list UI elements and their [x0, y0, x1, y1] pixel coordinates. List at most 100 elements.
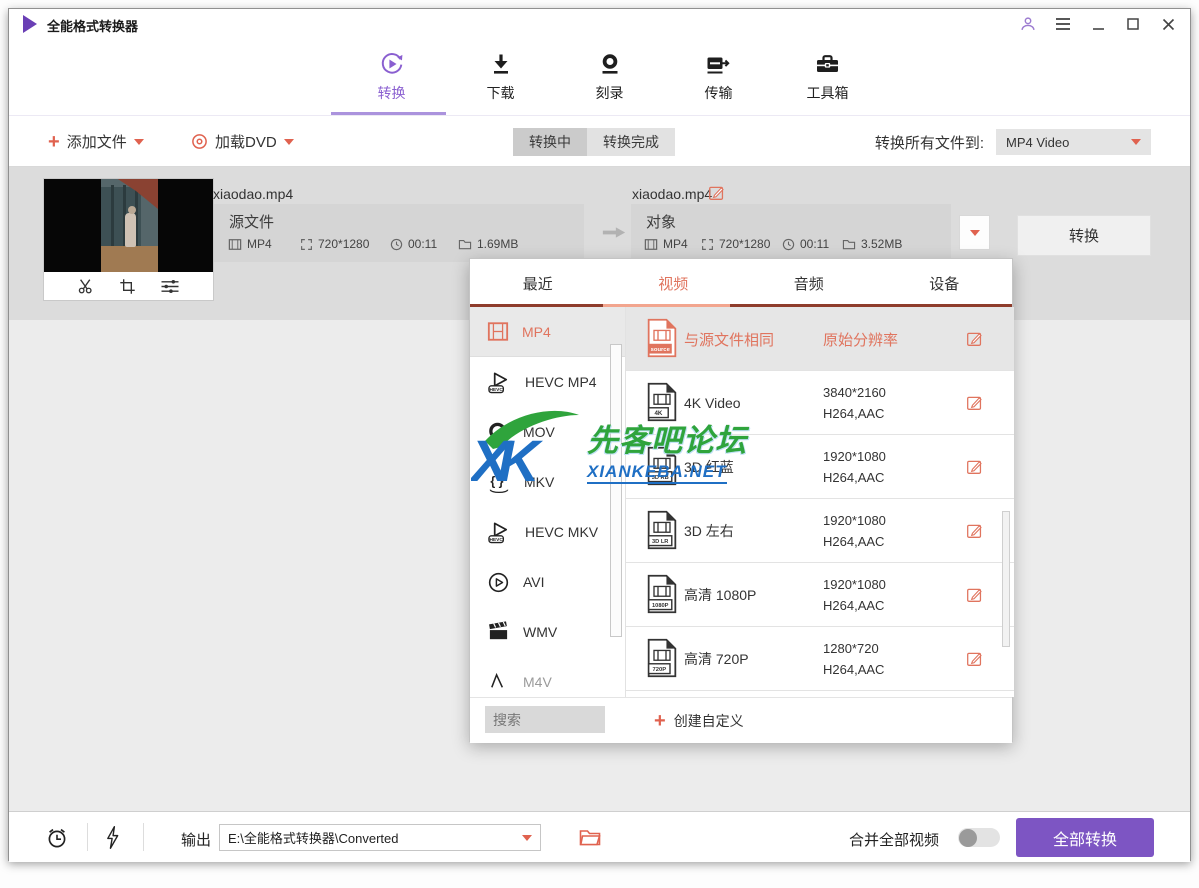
format-list-scrollbar[interactable]: [610, 344, 622, 637]
video-thumbnail-card[interactable]: [43, 178, 214, 301]
add-file-caret-icon[interactable]: [133, 138, 144, 145]
merge-all-label: 合并全部视频: [849, 832, 940, 849]
rename-edit-icon[interactable]: [708, 184, 725, 201]
dropdown-caret-icon: [969, 229, 980, 236]
svg-text:1080P: 1080P: [652, 603, 669, 609]
format-item-wmv[interactable]: WMV: [470, 607, 625, 657]
tab-convert[interactable]: 转换: [337, 47, 446, 103]
preset-row-same-as-source[interactable]: source 与源文件相同 原始分辨率: [626, 307, 1014, 371]
window-controls: [1018, 13, 1178, 35]
preset-row-3d-redblue[interactable]: 3D RB 3D 红蓝 1920*1080 H264,AAC: [626, 435, 1014, 499]
trim-scissors-icon[interactable]: [77, 277, 95, 295]
preset-title: 3D 左右: [684, 523, 734, 539]
minimize-button[interactable]: [1088, 14, 1108, 34]
popup-tab-video[interactable]: 视频: [606, 259, 742, 307]
output-path-caret-icon: [522, 835, 532, 841]
preset-row-hd720p[interactable]: 720P 高清 720P 1280*720 H264,AAC: [626, 627, 1014, 691]
edit-preset-icon[interactable]: [966, 330, 983, 347]
svg-text:720P: 720P: [652, 667, 666, 673]
high-speed-icon[interactable]: [105, 825, 120, 850]
convert-button[interactable]: 转换: [1017, 215, 1151, 256]
preset-title: 高清 720P: [684, 651, 749, 667]
merge-all-toggle[interactable]: [958, 828, 1000, 847]
edit-preset-icon[interactable]: [966, 650, 983, 667]
active-tab-underline: [331, 112, 446, 115]
output-path-select[interactable]: [219, 824, 541, 851]
preset-list-scrollbar[interactable]: [1002, 511, 1010, 647]
output-path-value[interactable]: [220, 825, 540, 850]
4k-file-icon: 4K: [646, 382, 678, 422]
close-button[interactable]: [1158, 14, 1178, 34]
format-item-mkv[interactable]: { } MKV: [470, 457, 625, 507]
main-area: xiaodao.mp4 源文件 MP4 720*1280 00:11 1.69M…: [9, 167, 1190, 811]
maximize-button[interactable]: [1123, 14, 1143, 34]
film-icon: [644, 238, 658, 251]
edit-preset-icon[interactable]: [966, 394, 983, 411]
3d-lr-file-icon: 3D LR: [646, 510, 678, 550]
search-input[interactable]: [485, 706, 605, 733]
create-custom-button[interactable]: + 创建自定义: [654, 698, 744, 744]
add-file-button[interactable]: + 添加文件: [48, 116, 144, 167]
source-format: MP4: [228, 237, 272, 251]
tab-burn-label: 刻录: [595, 85, 624, 101]
hevc-play-icon: HEVC: [487, 371, 512, 394]
format-item-avi[interactable]: AVI: [470, 557, 625, 607]
menu-icon[interactable]: [1053, 14, 1073, 34]
source-to-target-arrow-icon: [601, 225, 627, 240]
edit-preset-icon[interactable]: [966, 586, 983, 603]
preset-details: 3840*2160 H264,AAC: [823, 385, 886, 421]
source-info-panel: 源文件 MP4 720*1280 00:11 1.69MB: [214, 204, 584, 262]
3d-rb-file-icon: 3D RB: [646, 446, 678, 486]
load-dvd-button[interactable]: 加载DVD: [191, 116, 294, 167]
tab-finished[interactable]: 转换完成: [587, 128, 675, 156]
convert-all-button[interactable]: 全部转换: [1016, 818, 1154, 857]
target-format-dropdown-button[interactable]: [959, 215, 990, 250]
effects-sliders-icon[interactable]: [160, 278, 180, 295]
crop-icon[interactable]: [119, 278, 136, 295]
popup-tab-device[interactable]: 设备: [877, 259, 1013, 307]
tab-transfer[interactable]: 传输: [664, 47, 773, 103]
preset-title: 与源文件相同: [684, 331, 775, 349]
720p-file-icon: 720P: [646, 638, 678, 678]
nav-strip: 转换 下载 刻录 传输 工具箱: [337, 47, 882, 103]
preset-row-3d-leftright[interactable]: 3D LR 3D 左右 1920*1080 H264,AAC: [626, 499, 1014, 563]
preset-row-4k[interactable]: 4K 4K Video 3840*2160 H264,AAC: [626, 371, 1014, 435]
quicktime-icon: [487, 421, 510, 444]
load-dvd-label: 加载DVD: [215, 134, 277, 151]
edit-preset-icon[interactable]: [966, 522, 983, 539]
source-file-icon: source: [646, 318, 678, 358]
tab-burn[interactable]: 刻录: [555, 47, 664, 103]
format-item-mp4[interactable]: MP4: [470, 307, 625, 357]
format-item-m4v[interactable]: M4V: [470, 657, 625, 697]
preset-details: 1920*1080 H264,AAC: [823, 513, 886, 549]
main-nav: 转换 下载 刻录 传输 工具箱: [9, 39, 1190, 116]
account-icon[interactable]: [1018, 14, 1038, 34]
global-format-select[interactable]: MP4 Video: [996, 129, 1151, 155]
clock-icon: [390, 238, 403, 251]
load-dvd-caret-icon[interactable]: [283, 138, 294, 145]
tab-converting[interactable]: 转换中: [513, 128, 587, 156]
clapperboard-icon: [487, 621, 510, 643]
app-window: 全能格式转换器 转换 下载 刻录 传输 工具箱 + 添加文件 加载DVD 转换中…: [8, 8, 1191, 862]
transfer-icon: [705, 51, 732, 77]
preset-row-hd1080p[interactable]: 1080P 高清 1080P 1920*1080 H264,AAC: [626, 563, 1014, 627]
tab-toolbox[interactable]: 工具箱: [773, 47, 882, 103]
format-item-mov[interactable]: MOV: [470, 407, 625, 457]
preset-title: 4K Video: [684, 395, 741, 411]
edit-preset-icon[interactable]: [966, 458, 983, 475]
play-outline-icon: [487, 671, 510, 694]
tab-download[interactable]: 下载: [446, 47, 555, 103]
preset-list: source 与源文件相同 原始分辨率 4K 4K Video 3840*216…: [625, 307, 1014, 697]
svg-text:4K: 4K: [654, 410, 662, 417]
app-logo-icon: [23, 15, 37, 33]
format-item-hevc-mkv[interactable]: HEVC HEVC MKV: [470, 507, 625, 557]
folder-icon: [458, 238, 472, 250]
format-item-hevc-mp4[interactable]: HEVC HEVC MP4: [470, 357, 625, 407]
popup-tab-audio[interactable]: 音频: [741, 259, 877, 307]
popup-tab-recent[interactable]: 最近: [470, 259, 606, 307]
schedule-clock-icon[interactable]: [45, 826, 69, 850]
resolution-icon: [300, 238, 313, 251]
preset-title: 高清 1080P: [684, 587, 757, 603]
tab-toolbox-label: 工具箱: [806, 85, 849, 101]
open-folder-icon[interactable]: [579, 828, 601, 846]
